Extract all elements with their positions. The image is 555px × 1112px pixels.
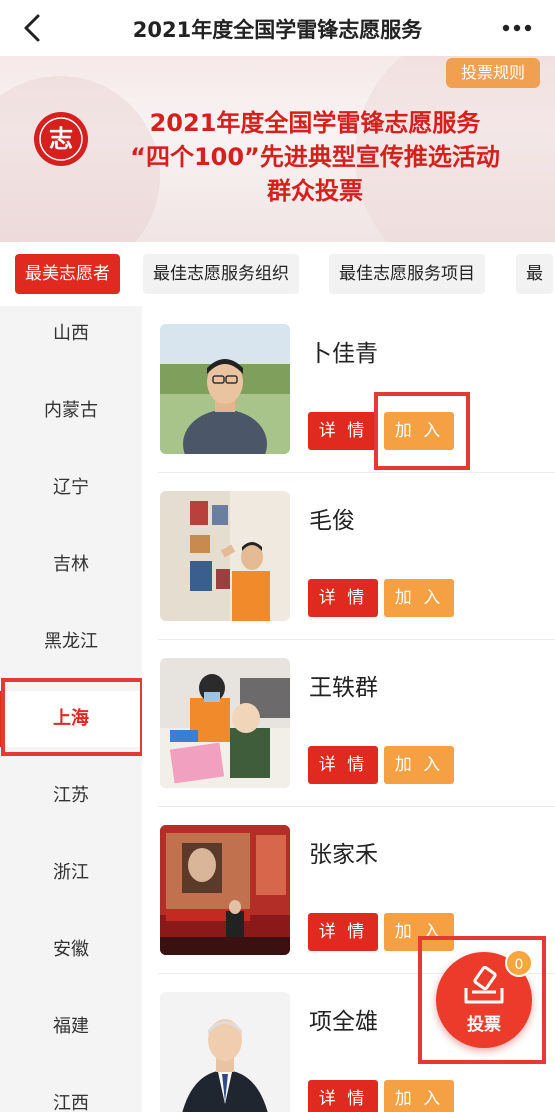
volunteer-logo-icon: 志 (34, 112, 88, 166)
sidebar-item-liaoning[interactable]: 辽宁 (0, 460, 142, 516)
vote-rules-button[interactable]: 投票规则 (446, 58, 540, 88)
banner-line-1: 2021年度全国学雷锋志愿服务 (149, 109, 481, 137)
candidate-name: 毛俊 (309, 508, 355, 534)
candidate-card: 卜佳青 详 情 加 入 (142, 306, 555, 473)
sidebar-item-anhui[interactable]: 安徽 (0, 922, 142, 978)
sidebar-item-zhejiang[interactable]: 浙江 (0, 845, 142, 901)
detail-button[interactable]: 详 情 (308, 412, 378, 450)
banner-headline: 2021年度全国学雷锋志愿服务 “四个100”先进典型宣传推选活动 群众投票 (100, 106, 530, 208)
sidebar-item-shanxi[interactable]: 山西 (0, 306, 142, 362)
candidate-photo (160, 992, 290, 1112)
tab-best-project[interactable]: 最佳志愿服务项目 (329, 254, 485, 294)
sidebar-item-jilin[interactable]: 吉林 (0, 537, 142, 593)
vote-count-badge: 0 (505, 949, 533, 977)
detail-button[interactable]: 详 情 (308, 746, 378, 784)
join-button[interactable]: 加 入 (384, 1080, 454, 1112)
svg-text:志: 志 (49, 125, 73, 153)
more-icon[interactable] (501, 16, 533, 40)
tab-best-volunteer[interactable]: 最美志愿者 (15, 254, 120, 294)
event-banner: 投票规则 志 2021年度全国学雷锋志愿服务 “四个100”先进典型宣传推选活动… (0, 56, 555, 242)
sidebar-item-jiangsu[interactable]: 江苏 (0, 768, 142, 824)
tab-best-organization[interactable]: 最佳志愿服务组织 (143, 254, 299, 294)
join-button[interactable]: 加 入 (384, 746, 454, 784)
ballot-box-icon (464, 966, 504, 1004)
sidebar-item-fujian[interactable]: 福建 (0, 999, 142, 1055)
candidate-name: 王轶群 (309, 675, 378, 701)
sidebar-item-heilongjiang[interactable]: 黑龙江 (0, 614, 142, 670)
sidebar-item-neimenggu[interactable]: 内蒙古 (0, 383, 142, 439)
candidate-photo (160, 825, 290, 955)
candidate-name: 张家禾 (309, 842, 378, 868)
highlight-box-join (374, 392, 470, 470)
detail-button[interactable]: 详 情 (308, 579, 378, 617)
page-title: 2021年度全国学雷锋志愿服务 (132, 18, 423, 42)
candidate-photo (160, 658, 290, 788)
candidate-card: 毛俊 详 情 加 入 (142, 473, 555, 640)
candidate-photo (160, 324, 290, 454)
tab-more[interactable]: 最 (516, 254, 553, 294)
sidebar-item-jiangxi[interactable]: 江西 (0, 1076, 142, 1112)
banner-line-2: “四个100”先进典型宣传推选活动 (130, 143, 500, 171)
join-button[interactable]: 加 入 (384, 579, 454, 617)
detail-button[interactable]: 详 情 (308, 913, 378, 951)
candidate-card: 王轶群 详 情 加 入 (142, 640, 555, 807)
detail-button[interactable]: 详 情 (308, 1080, 378, 1112)
top-nav-bar: 2021年度全国学雷锋志愿服务 (0, 0, 555, 56)
highlight-box-shanghai (1, 678, 144, 756)
candidate-photo (160, 491, 290, 621)
banner-line-3: 群众投票 (267, 177, 363, 205)
vote-label: 投票 (467, 1015, 501, 1035)
candidate-name: 卜佳青 (309, 341, 378, 367)
category-tabs: 最美志愿者 最佳志愿服务组织 最佳志愿服务项目 最 (0, 242, 555, 306)
candidate-name: 项全雄 (309, 1009, 378, 1035)
